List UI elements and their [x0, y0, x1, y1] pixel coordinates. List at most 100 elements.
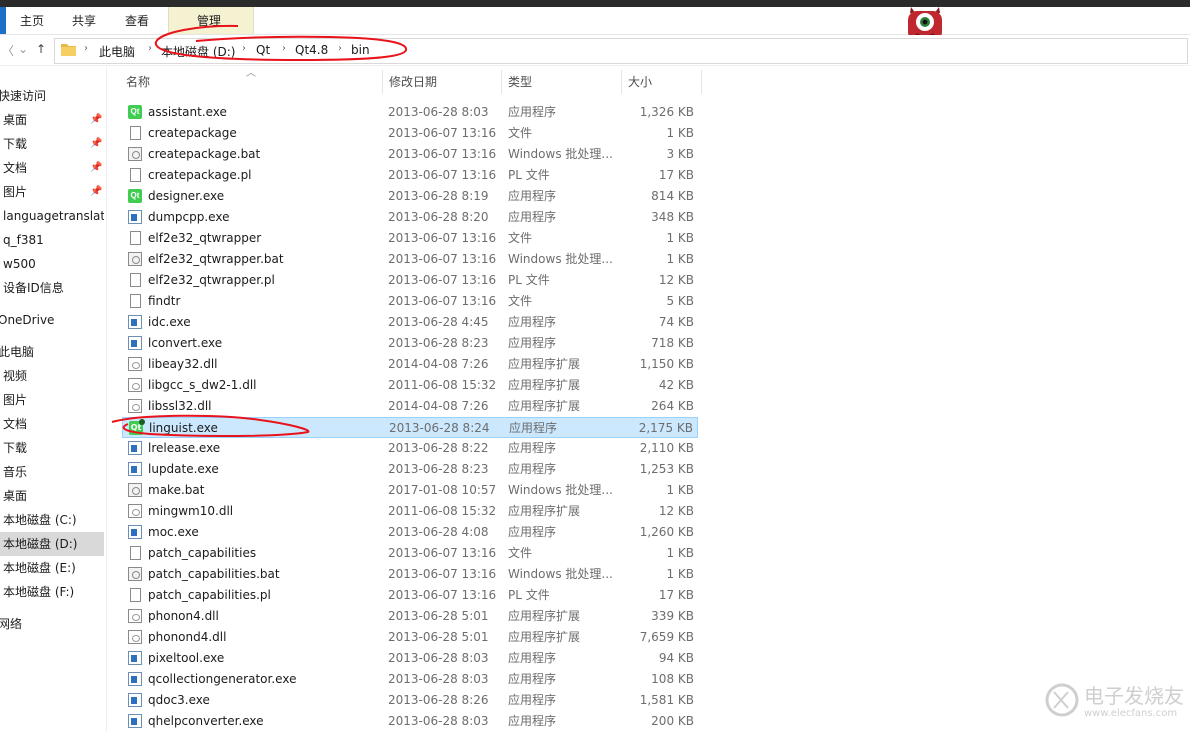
sidebar-item-drive-f[interactable]: 本地磁盘 (F:): [0, 580, 104, 604]
tab-manage-label: 管理: [197, 14, 222, 28]
file-row[interactable]: lupdate.exe 2013-06-28 8:23 应用程序 1,253 KB: [122, 459, 698, 480]
sidebar-item-languagetranslate[interactable]: languagetranslatc: [0, 204, 104, 228]
file-row[interactable]: libgcc_s_dw2-1.dll 2011-06-08 15:32 应用程序扩展…: [122, 375, 698, 396]
file-row[interactable]: lconvert.exe 2013-06-28 8:23 应用程序 718 KB: [122, 333, 698, 354]
file-date: 2013-06-28 4:08: [388, 525, 489, 539]
exe-icon: [128, 315, 142, 329]
file-row[interactable]: libssl32.dll 2014-04-08 7:26 应用程序扩展 264 KB: [122, 396, 698, 417]
sidebar-item-music[interactable]: 音乐: [0, 460, 104, 484]
file-size: 1 KB: [666, 126, 694, 140]
recent-locations-icon[interactable]: ⌄: [18, 42, 28, 56]
file-row[interactable]: mingwm10.dll 2011-06-08 15:32 应用程序扩展 12 KB: [122, 501, 698, 522]
file-row[interactable]: qdoc3.exe 2013-06-28 8:26 应用程序 1,581 KB: [122, 690, 698, 711]
file-row[interactable]: qhelpconverter.exe 2013-06-28 8:03 应用程序 200…: [122, 711, 698, 732]
file-row[interactable]: patch_capabilities.bat 2013-06-07 13:16 Wi…: [122, 564, 698, 585]
crumb-separator-icon[interactable]: ›: [282, 43, 286, 54]
sidebar-item-onedrive[interactable]: OneDrive: [0, 308, 104, 332]
file-name: libgcc_s_dw2-1.dll: [148, 378, 257, 392]
file-date: 2013-06-28 8:20: [388, 210, 489, 224]
sidebar-item-quick-access[interactable]: 快速访问: [0, 84, 104, 108]
file-name: createpackage.bat: [148, 147, 261, 161]
file-row[interactable]: Qt designer.exe 2013-06-28 8:19 应用程序 814 KB: [122, 186, 698, 207]
file-size: 1 KB: [666, 231, 694, 245]
sidebar-item-this-pc[interactable]: 此电脑: [0, 340, 104, 364]
file-date: 2013-06-28 8:03: [388, 105, 489, 119]
file-row[interactable]: libeay32.dll 2014-04-08 7:26 应用程序扩展 1,150 K…: [122, 354, 698, 375]
crumb-this-pc[interactable]: 此电脑: [99, 43, 135, 60]
file-row[interactable]: dumpcpp.exe 2013-06-28 8:20 应用程序 348 KB: [122, 207, 698, 228]
sidebar-item-desktop[interactable]: 桌面 📌: [0, 108, 104, 132]
sidebar-item-downloads[interactable]: 下载 📌: [0, 132, 104, 156]
file-row[interactable]: moc.exe 2013-06-28 4:08 应用程序 1,260 KB: [122, 522, 698, 543]
file-row[interactable]: make.bat 2017-01-08 10:57 Windows 批处理... 1 …: [122, 480, 698, 501]
file-type: 应用程序扩展: [508, 399, 581, 413]
crumb-qt48[interactable]: Qt4.8: [295, 43, 328, 57]
sidebar-item-documents-pc[interactable]: 文档: [0, 412, 104, 436]
sidebar-item-documents[interactable]: 文档 📌: [0, 156, 104, 180]
file-row[interactable]: pixeltool.exe 2013-06-28 8:03 应用程序 94 KB: [122, 648, 698, 669]
sidebar-item-pictures-pc[interactable]: 图片: [0, 388, 104, 412]
exe-icon: [128, 210, 142, 224]
crumb-bin[interactable]: bin: [351, 43, 370, 57]
back-icon[interactable]: 〈: [2, 42, 14, 59]
file-row[interactable]: phonond4.dll 2013-06-28 5:01 应用程序扩展 7,659 K…: [122, 627, 698, 648]
file-tab[interactable]: [0, 7, 6, 34]
file-row[interactable]: phonon4.dll 2013-06-28 5:01 应用程序扩展 339 KB: [122, 606, 698, 627]
sidebar-item-device-id[interactable]: 设备ID信息: [0, 276, 104, 300]
sidebar-item-label: 本地磁盘 (D:): [3, 537, 78, 551]
crumb-qt[interactable]: Qt: [256, 43, 270, 57]
column-header-size[interactable]: 大小: [622, 70, 702, 94]
file-row[interactable]: idc.exe 2013-06-28 4:45 应用程序 74 KB: [122, 312, 698, 333]
sidebar-item-network[interactable]: 网络: [0, 612, 104, 636]
crumb-drive-d[interactable]: 本地磁盘 (D:): [161, 43, 235, 60]
tab-view[interactable]: 查看: [125, 12, 149, 29]
sidebar-item-drive-e[interactable]: 本地磁盘 (E:): [0, 556, 104, 580]
file-row[interactable]: elf2e32_qtwrapper.pl 2013-06-07 13:16 PL 文…: [122, 270, 698, 291]
file-size: 1,326 KB: [639, 105, 694, 119]
dll-icon: [128, 399, 142, 413]
file-row[interactable]: lrelease.exe 2013-06-28 8:22 应用程序 2,110 KB: [122, 438, 698, 459]
file-name: phonond4.dll: [148, 630, 227, 644]
column-header-type[interactable]: 类型: [502, 70, 622, 94]
file-type: 文件: [508, 126, 533, 140]
sidebar-item-videos[interactable]: 视频: [0, 364, 104, 388]
exe-icon: [128, 714, 142, 728]
file-row[interactable]: createpackage.pl 2013-06-07 13:16 PL 文件 17 …: [122, 165, 698, 186]
breadcrumb[interactable]: › 此电脑 › 本地磁盘 (D:) › Qt › Qt4.8 › bin: [54, 38, 1188, 64]
file-row[interactable]: patch_capabilities.pl 2013-06-07 13:16 PL …: [122, 585, 698, 606]
column-header-date[interactable]: 修改日期: [383, 70, 502, 94]
sidebar-item-drive-d[interactable]: 本地磁盘 (D:): [0, 532, 104, 556]
file-row[interactable]: elf2e32_qtwrapper 2013-06-07 13:16 文件 1 KB: [122, 228, 698, 249]
sidebar-item-label: q_f381: [3, 233, 44, 247]
crumb-separator-icon[interactable]: ›: [242, 43, 246, 54]
file-row[interactable]: patch_capabilities 2013-06-07 13:16 文件 1 KB: [122, 543, 698, 564]
up-icon[interactable]: ↑: [36, 42, 46, 56]
sidebar-item-desktop-pc[interactable]: 桌面: [0, 484, 104, 508]
file-row[interactable]: qcollectiongenerator.exe 2013-06-28 8:03 应…: [122, 669, 698, 690]
sidebar-item-pictures[interactable]: 图片 📌: [0, 180, 104, 204]
exe-icon: [128, 672, 142, 686]
file-icon: [130, 126, 141, 140]
sidebar-item-label: 下载: [3, 137, 28, 151]
sidebar-item-w500[interactable]: w500: [0, 252, 104, 276]
crumb-separator-icon[interactable]: ›: [84, 43, 88, 54]
file-row[interactable]: findtr 2013-06-07 13:16 文件 5 KB: [122, 291, 698, 312]
tab-manage[interactable]: 管理: [168, 7, 254, 34]
column-header-name[interactable]: 名称: [120, 70, 383, 94]
crumb-separator-icon[interactable]: ›: [338, 43, 342, 54]
file-row[interactable]: Qt assistant.exe 2013-06-28 8:03 应用程序 1,326 …: [122, 102, 698, 123]
file-icon: [130, 294, 141, 308]
watermark-logo-icon: [1045, 683, 1079, 717]
crumb-separator-icon[interactable]: ›: [148, 43, 152, 54]
file-date: 2013-06-28 8:03: [388, 672, 489, 686]
sidebar-item-downloads-pc[interactable]: 下载: [0, 436, 104, 460]
tab-share[interactable]: 共享: [72, 12, 96, 29]
file-row[interactable]: createpackage 2013-06-07 13:16 文件 1 KB: [122, 123, 698, 144]
tab-home[interactable]: 主页: [20, 12, 44, 29]
file-row-selected[interactable]: Qt linguist.exe 2013-06-28 8:24 应用程序 2,175 K…: [122, 417, 698, 438]
sidebar-item-drive-c[interactable]: 本地磁盘 (C:): [0, 508, 104, 532]
ribbon: 主页 共享 查看 管理: [0, 7, 1190, 35]
file-row[interactable]: elf2e32_qtwrapper.bat 2013-06-07 13:16 Win…: [122, 249, 698, 270]
sidebar-item-q-f381[interactable]: q_f381: [0, 228, 104, 252]
file-row[interactable]: createpackage.bat 2013-06-07 13:16 Windows…: [122, 144, 698, 165]
